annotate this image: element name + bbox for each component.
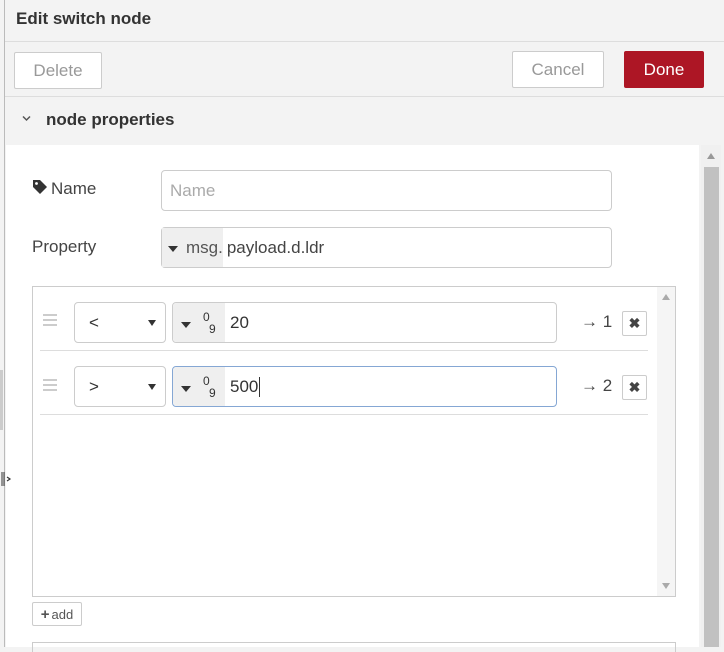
property-label: Property [32, 237, 97, 256]
value-type-select[interactable]: 09 [173, 303, 225, 342]
property-input[interactable]: msg. payload.d.ldr [161, 227, 612, 268]
section-title[interactable]: node properties [46, 110, 174, 130]
caret-down-icon [181, 322, 191, 328]
remove-rule-button[interactable]: ✖ [622, 311, 647, 336]
number-type-icon: 09 [203, 374, 216, 400]
name-label: Name [51, 179, 97, 198]
add-rule-button[interactable]: + add [32, 602, 82, 626]
cancel-button[interactable]: Cancel [512, 51, 604, 88]
tray-title: Edit switch node [16, 9, 152, 28]
rule-value-input[interactable]: 09 20 [172, 302, 557, 343]
delete-button[interactable]: Delete [14, 52, 102, 89]
rule-value-input[interactable]: 09 500 [172, 366, 557, 407]
name-placeholder: Name [170, 180, 216, 200]
tray-header: Edit switch node [5, 0, 724, 42]
tray-edge [0, 370, 3, 430]
rule-value: 20 [230, 313, 249, 332]
property-value: payload.d.ldr [226, 237, 325, 257]
operator-select[interactable]: > [74, 366, 166, 407]
value-type-select[interactable]: 09 [173, 367, 225, 406]
number-type-icon: 09 [203, 310, 216, 336]
remove-icon: ✖ [628, 315, 641, 331]
output-port-label: → 2 [581, 376, 613, 395]
scroll-up-icon[interactable] [707, 153, 715, 159]
operator-select[interactable]: < [74, 302, 166, 343]
done-button[interactable]: Done [624, 51, 704, 88]
tag-icon [33, 180, 47, 194]
remove-rule-button[interactable]: ✖ [622, 375, 647, 400]
plus-icon: + [40, 605, 50, 623]
dropdown-arrow-icon [148, 384, 156, 390]
operator-value: > [89, 377, 99, 396]
drag-handle-icon[interactable] [43, 314, 57, 326]
caret-down-icon [181, 386, 191, 392]
rule-value: 500 [230, 377, 259, 396]
property-type-label: msg. [186, 237, 223, 257]
rule-row: < 09 20 → 1 ✖ [40, 287, 648, 351]
text-cursor [259, 377, 260, 397]
rules-list: < 09 20 → 1 ✖ > 0 9 500 → 2 ✖ [32, 286, 676, 597]
rule-row: > 09 500 → 2 ✖ [40, 351, 648, 415]
remove-icon: ✖ [628, 379, 641, 395]
caret-down-icon [168, 245, 178, 252]
drag-handle-icon[interactable] [43, 379, 57, 391]
add-rule-label: add [51, 606, 74, 622]
dropdown-arrow-icon [148, 320, 156, 326]
tray-toolbar: Delete Cancel Done [5, 42, 724, 97]
operator-value: < [89, 313, 99, 332]
scrollbar-thumb[interactable] [704, 167, 719, 647]
scroll-down-icon[interactable] [662, 583, 670, 589]
edit-tray: Edit switch node Delete Cancel Done node… [4, 0, 724, 652]
resize-handle-icon[interactable] [0, 470, 16, 490]
panel-scrollbar[interactable] [701, 145, 721, 647]
chevron-down-icon[interactable] [22, 114, 31, 123]
scroll-up-icon[interactable] [662, 294, 670, 300]
output-port-label: → 1 [581, 312, 613, 331]
property-type-select[interactable]: msg. [162, 228, 223, 267]
rules-scrollbar[interactable] [657, 287, 675, 596]
next-section-box [32, 642, 676, 652]
properties-panel: Name Name Property msg. payload.d.ldr < [6, 145, 699, 652]
name-input[interactable]: Name [161, 170, 612, 211]
